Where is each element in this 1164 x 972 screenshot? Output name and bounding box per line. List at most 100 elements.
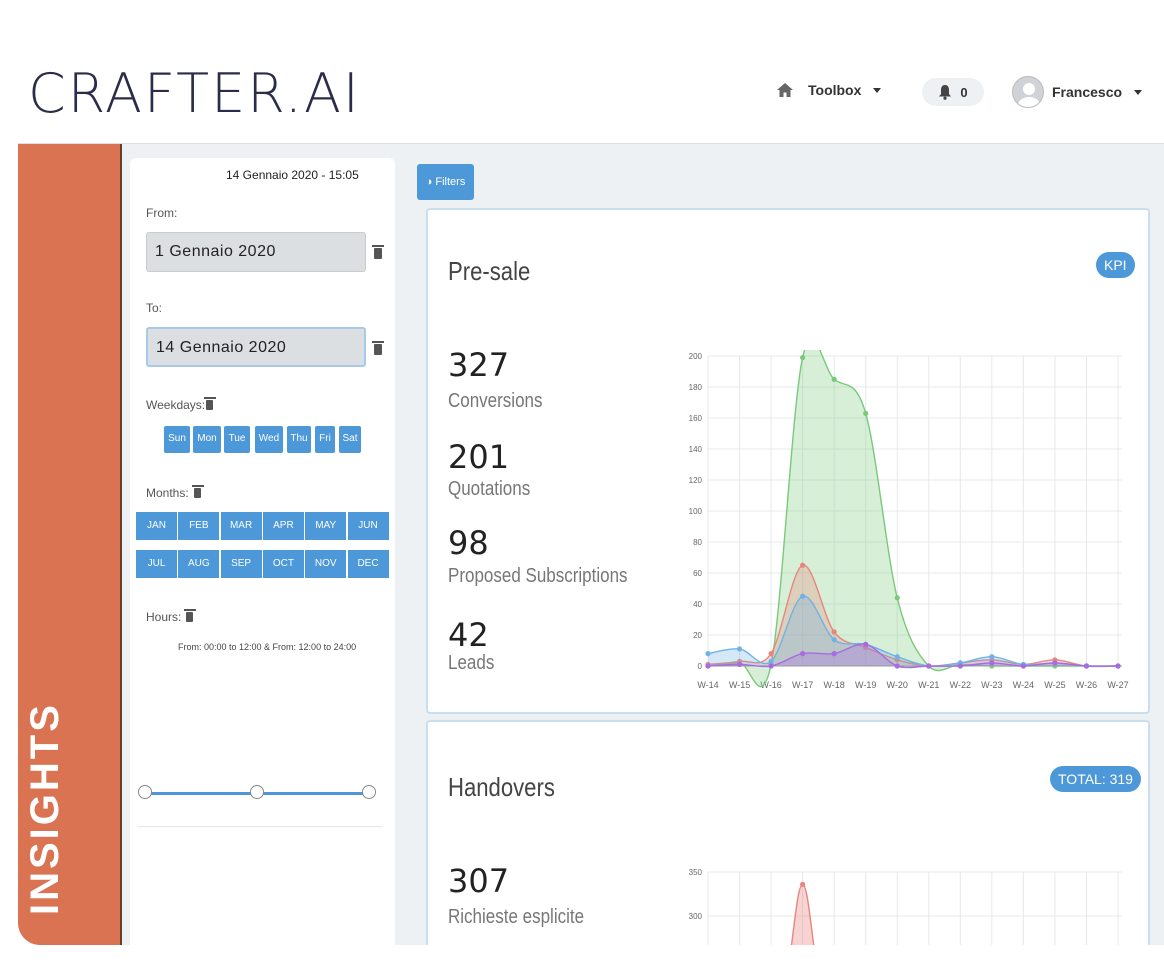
x-tick-label: W-24 <box>1013 680 1034 690</box>
month-button-feb[interactable]: FEB <box>178 512 220 540</box>
filter-panel: 14 Gennaio 2020 - 15:05 From: 1 Gennaio … <box>130 158 395 945</box>
total-badge[interactable]: TOTAL: 319 <box>1050 766 1141 792</box>
month-button-jan[interactable]: JAN <box>136 512 177 540</box>
data-point <box>768 663 774 669</box>
data-point <box>894 595 900 601</box>
presale-title: Pre-sale <box>448 256 531 286</box>
y-tick-label: 160 <box>689 414 703 423</box>
divider <box>138 826 382 827</box>
month-button-nov[interactable]: NOV <box>305 550 347 578</box>
weekday-button-mon[interactable]: Mon <box>193 426 221 453</box>
data-point <box>831 376 837 382</box>
data-point <box>831 651 837 657</box>
month-button-aug[interactable]: AUG <box>178 550 220 578</box>
y-tick-label: 140 <box>689 445 703 454</box>
x-tick-label: W-23 <box>981 680 1002 690</box>
data-point <box>894 663 900 669</box>
chevron-down-icon <box>1134 89 1143 95</box>
filters-button[interactable]: ◑ Filters <box>417 164 474 200</box>
data-point <box>768 651 774 657</box>
y-tick-label: 40 <box>693 600 702 609</box>
brand-logo[interactable]: CRAFTER.AI <box>28 62 361 125</box>
data-point <box>705 651 711 657</box>
y-tick-label: 100 <box>689 507 703 516</box>
month-button-mar[interactable]: MAR <box>220 512 262 540</box>
data-point <box>800 593 806 599</box>
insights-sidebar-strip: INSIGHTS <box>18 144 122 945</box>
x-tick-label: W-19 <box>855 680 876 690</box>
month-button-jul[interactable]: JUL <box>136 550 177 578</box>
kpi-conversions-value: 327 <box>448 346 510 384</box>
month-button-apr[interactable]: APR <box>262 512 304 540</box>
home-icon <box>777 83 793 97</box>
kpi-quotations-label: Quotations <box>448 478 531 500</box>
month-button-may[interactable]: MAY <box>305 512 347 540</box>
kpi-richieste-label: Richieste esplicite <box>448 906 585 928</box>
presale-area-chart: 020406080100120140160180200W-14 W-15 W-16 W… <box>689 350 1129 690</box>
hours-label: Hours: <box>146 610 182 624</box>
weekday-button-sun[interactable]: Sun <box>164 426 190 453</box>
kpi-conversions-label: Conversions <box>448 390 543 412</box>
weekday-button-fri[interactable]: Fri <box>315 426 335 453</box>
user-name: Francesco <box>1052 84 1123 100</box>
months-label: Months: <box>146 486 189 500</box>
y-tick-label: 350 <box>689 868 703 877</box>
from-label: From: <box>146 206 178 220</box>
eye-slash-icon: ◑ <box>425 176 433 188</box>
data-point <box>863 410 869 416</box>
notifications-count: 0 <box>960 84 968 100</box>
from-date-input[interactable]: 1 Gennaio 2020 <box>146 232 366 272</box>
toolbox-label: Toolbox <box>808 82 862 98</box>
handovers-card: Handovers TOTAL: 319 307 Richieste espli… <box>426 720 1150 945</box>
hours-slider-handle-end[interactable] <box>362 785 376 799</box>
series-line-0 <box>707 350 1118 688</box>
trash-icon[interactable] <box>372 245 384 259</box>
trash-icon[interactable] <box>184 609 196 622</box>
y-tick-label: 200 <box>689 352 703 361</box>
y-tick-label: 20 <box>693 631 702 640</box>
y-tick-label: 180 <box>689 383 703 392</box>
kpi-badge[interactable]: KPI <box>1096 252 1135 278</box>
timestamp: 14 Gennaio 2020 - 15:05 <box>226 168 359 182</box>
y-tick-label: 80 <box>693 538 702 547</box>
month-button-jun[interactable]: JUN <box>347 512 389 540</box>
data-point <box>831 629 837 635</box>
handovers-area-chart: 300 350 <box>689 868 1122 945</box>
y-tick-label: 0 <box>698 662 703 671</box>
weekday-button-tue[interactable]: Tue <box>224 426 250 453</box>
weekday-button-sat[interactable]: Sat <box>339 426 361 453</box>
data-point <box>957 663 963 669</box>
weekday-button-wed[interactable]: Wed <box>255 426 283 453</box>
data-point <box>1052 660 1058 666</box>
x-tick-label: W-27 <box>1107 680 1128 690</box>
data-point <box>989 660 995 666</box>
hours-slider-handle-start[interactable] <box>138 785 152 799</box>
month-button-sep[interactable]: SEP <box>220 550 262 578</box>
presale-card: Pre-sale KPI 327 Conversions 201 Quotati… <box>426 208 1150 714</box>
y-tick-label: 120 <box>689 476 703 485</box>
handovers-title: Handovers <box>448 772 555 802</box>
data-point <box>894 654 900 660</box>
trash-icon[interactable] <box>372 341 384 355</box>
y-tick-label: 60 <box>693 569 702 578</box>
trash-icon[interactable] <box>192 485 204 498</box>
trash-icon[interactable] <box>204 397 216 410</box>
notifications-button[interactable]: 0 <box>922 78 984 106</box>
to-date-input[interactable]: 14 Gennaio 2020 <box>146 327 366 367</box>
series-area-0 <box>790 883 815 945</box>
x-tick-label: W-21 <box>918 680 939 690</box>
avatar <box>1012 76 1044 108</box>
data-point <box>800 562 806 568</box>
data-point <box>1020 663 1026 669</box>
month-button-dec[interactable]: DEC <box>347 550 389 578</box>
weekday-button-thu[interactable]: Thu <box>287 426 311 453</box>
month-button-oct[interactable]: OCT <box>262 550 304 578</box>
series-area-0 <box>708 350 1118 687</box>
data-point <box>705 663 711 669</box>
app-frame: CRAFTER.AI Toolbox 0 Francesco INSIGHTS … <box>18 40 1164 945</box>
hours-slider-handle-mid[interactable] <box>250 785 264 799</box>
user-menu[interactable]: Francesco <box>1012 76 1143 108</box>
x-tick-label: W-14 <box>697 680 718 690</box>
kpi-proposed-subscriptions-label: Proposed Subscriptions <box>448 565 628 587</box>
toolbox-menu[interactable]: Toolbox <box>776 82 882 98</box>
